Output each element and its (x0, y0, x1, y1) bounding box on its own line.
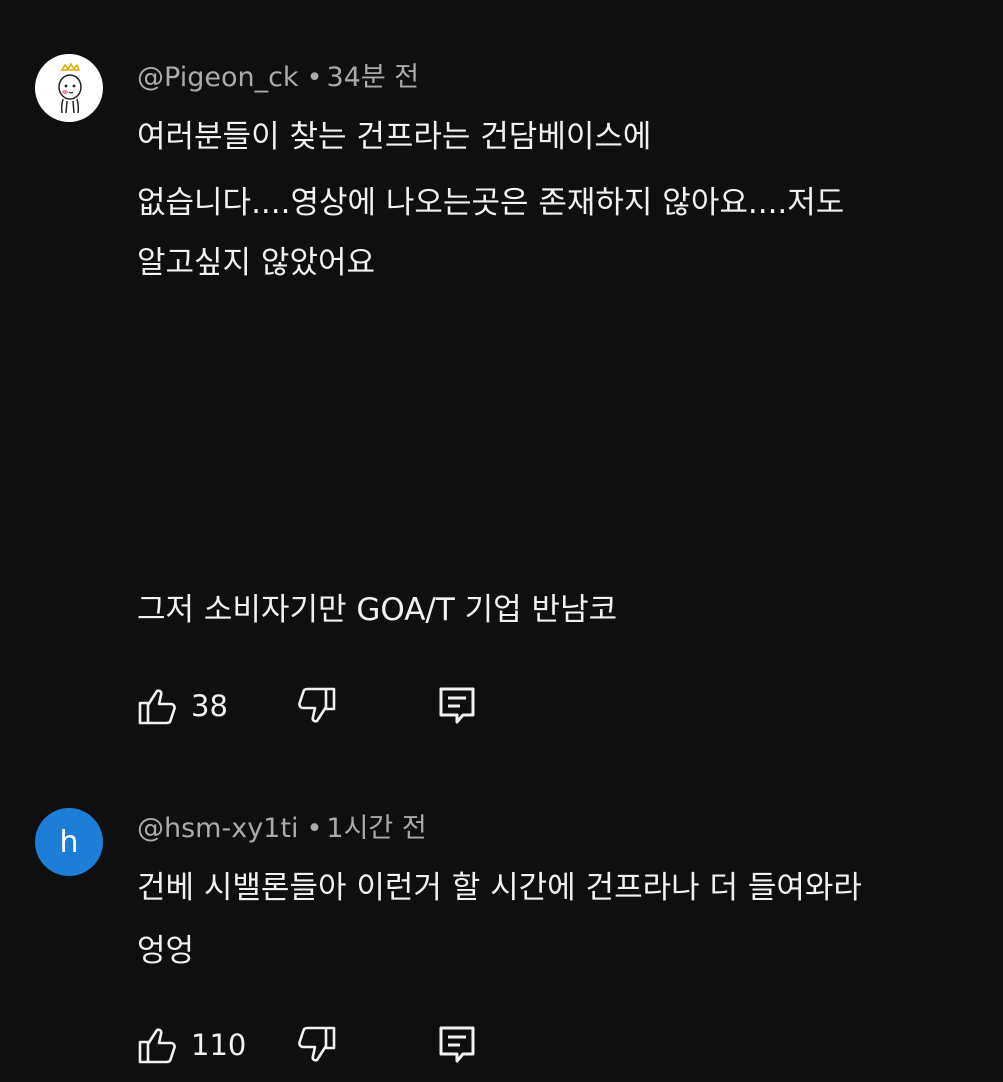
comment-line: 여러분들이 찾는 건프라는 건담베이스에 (137, 119, 652, 155)
comment-time: 34분 전 (326, 62, 420, 93)
comment-line: 그저 소비자기만 GOA/T 기업 반남코 (137, 592, 618, 628)
comment-line: 알고싶지 않았어요 (137, 245, 376, 281)
cartoon-avatar[interactable] (35, 54, 103, 122)
letter-avatar[interactable]: h (35, 808, 103, 876)
comment-actions: 38 (137, 685, 537, 729)
comment-time: 1시간 전 (326, 813, 427, 844)
meta-separator: • (306, 62, 323, 93)
thumb-down-icon[interactable] (295, 1024, 337, 1066)
thumb-up-icon[interactable] (137, 685, 179, 727)
meta-separator: • (306, 813, 323, 844)
comment-line: 없습니다....영상에 나오는곳은 존재하지 않아요....저도 (137, 185, 845, 221)
like-count: 110 (191, 1028, 247, 1062)
comment-2: h @hsm-xy1ti • 1시간 전 건베 시밸론들아 이런거 할 시간에 건프… (0, 760, 1003, 1082)
comment-author[interactable]: @hsm-xy1ti (137, 813, 298, 844)
reply-icon[interactable] (437, 685, 479, 727)
avatar-letter: h (59, 824, 79, 860)
comment-author[interactable]: @Pigeon_ck (137, 62, 299, 93)
comment-1: @Pigeon_ck • 34분 전 여러분들이 찾는 건프라는 건담베이스에 없습… (0, 0, 1003, 760)
comment-actions: 110 (137, 1024, 537, 1068)
thumb-up-icon[interactable] (137, 1024, 179, 1066)
like-count: 38 (191, 689, 228, 723)
comment-line: 엉엉 (137, 933, 195, 969)
comment-meta: @Pigeon_ck • 34분 전 (137, 61, 419, 95)
comment-meta: @hsm-xy1ti • 1시간 전 (137, 812, 427, 846)
reply-icon[interactable] (437, 1024, 479, 1066)
thumb-down-icon[interactable] (295, 685, 337, 727)
comment-line: 건베 시밸론들아 이런거 할 시간에 건프라나 더 들여와라 (137, 870, 862, 906)
